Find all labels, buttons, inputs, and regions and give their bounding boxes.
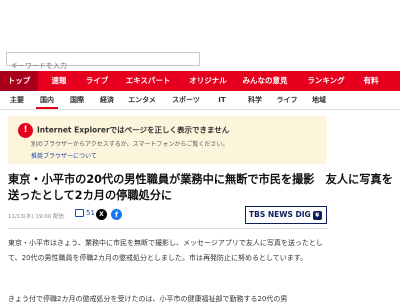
nav-tab-expert[interactable]: エキスパート [114, 71, 182, 91]
subnav-life[interactable]: ライフ [272, 91, 302, 109]
x-share-icon[interactable]: X [96, 209, 107, 220]
source-logo[interactable]: TBS NEWS DIG ¥ [245, 206, 327, 224]
warning-icon [18, 123, 33, 138]
article-paragraph: 東京・小平市はきょう、業務中に市民を無断で撮影し、メッセージアプリで友人に写真を… [8, 239, 323, 262]
article-date: 11/13(木) 19:00 配信 [8, 214, 64, 220]
source-logo-text: TBS NEWS DIG [249, 210, 311, 219]
comment-count: 51 [86, 209, 95, 217]
nav-tab-breaking[interactable]: 速報 [38, 71, 80, 91]
nav-tab-original[interactable]: オリジナル [182, 71, 234, 91]
subnav-regional[interactable]: 地域 [308, 91, 330, 109]
subnav-domestic[interactable]: 国内 [36, 91, 58, 109]
comment-icon [75, 209, 84, 217]
subnav-main[interactable]: 主要 [6, 91, 28, 109]
nav-tab-top[interactable]: トップ [0, 71, 38, 91]
article-paragraph: きょう付で停職2カ月の懲戒処分を受けたのは、小平市の健康福祉部で勤務する20代の… [8, 295, 288, 303]
subnav-entertainment[interactable]: エンタメ [124, 91, 160, 109]
yen-icon: ¥ [312, 210, 322, 220]
notice-title: Internet Explorerではページを正しく表示できません [37, 125, 230, 135]
subnav-international[interactable]: 国際 [66, 91, 88, 109]
facebook-share-icon[interactable]: f [111, 209, 122, 220]
divider [8, 228, 328, 229]
subnav-it[interactable]: IT [214, 91, 230, 109]
subnav-science[interactable]: 科学 [244, 91, 266, 109]
browser-notice: Internet Explorerではページを正しく表示できません 別のブラウザ… [8, 116, 327, 164]
nav-tab-opinion[interactable]: みんなの意見 [234, 71, 296, 91]
category-nav: 主要 国内 国際 経済 エンタメ スポーツ IT 科学 ライフ 地域 [0, 91, 400, 110]
article-headline: 東京・小平市の20代の男性職員が業務中に無断で市民を撮影 友人に写真を送ったとし… [8, 173, 393, 202]
main-nav: トップ 速報 ライブ エキスパート オリジナル みんなの意見 ランキング 有料 [0, 71, 400, 91]
subnav-sports[interactable]: スポーツ [166, 91, 206, 109]
header-area [0, 0, 400, 45]
search-box[interactable] [6, 52, 200, 72]
comment-link[interactable]: 51 [75, 209, 95, 217]
nav-tab-paid[interactable]: 有料 [356, 71, 386, 91]
nav-tab-live[interactable]: ライブ [80, 71, 114, 91]
subnav-economy[interactable]: 経済 [96, 91, 118, 109]
notice-heading: Internet Explorerではページを正しく表示できません [18, 123, 229, 138]
nav-tab-ranking[interactable]: ランキング [296, 71, 356, 91]
recommended-browser-link[interactable]: 推奨ブラウザーについて [31, 151, 97, 160]
notice-text: 別のブラウザーからアクセスするか、スマートフォンからご覧ください。 [31, 141, 229, 148]
